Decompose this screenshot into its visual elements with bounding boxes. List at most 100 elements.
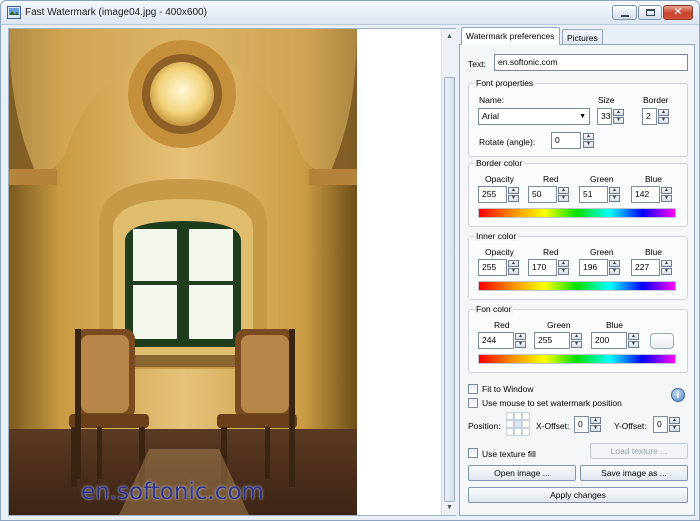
- load-texture-button[interactable]: Load texture ...: [590, 443, 688, 459]
- info-icon[interactable]: i: [671, 388, 685, 402]
- border-opacity-input[interactable]: 255: [478, 186, 507, 203]
- y-offset-label: Y-Offset:: [614, 421, 647, 431]
- fon-color-spectrum[interactable]: [478, 354, 676, 364]
- preview-photo: en.softonic.com: [9, 29, 357, 515]
- tab-content: Text: en.softonic.com Font properties Na…: [459, 44, 695, 516]
- title-bar: Fast Watermark (image04.jpg - 400x600) ✕: [1, 1, 699, 25]
- x-offset-label: X-Offset:: [536, 421, 570, 431]
- border-color-title: Border color: [474, 158, 525, 168]
- y-offset-input[interactable]: 0: [653, 416, 668, 433]
- spin-arrows-icon[interactable]: ▲ ▼: [515, 333, 526, 348]
- position-label: Position:: [468, 421, 501, 431]
- fon-color-group: Fon color Red Green Blue 244 ▲ ▼ 255 ▲ ▼ 200…: [468, 304, 688, 373]
- border-green-label: Green: [590, 174, 614, 184]
- spin-arrows-icon[interactable]: ▲ ▼: [613, 109, 624, 124]
- fon-color-title: Fon color: [474, 304, 514, 314]
- inner-green-label: Green: [590, 247, 614, 257]
- font-size-label: Size: [598, 95, 615, 105]
- font-name-select[interactable]: Arial ▼: [478, 108, 590, 125]
- app-icon: [7, 6, 21, 19]
- chevron-down-icon[interactable]: ▼: [579, 111, 586, 122]
- text-label: Text:: [468, 59, 486, 69]
- maximize-icon: [646, 9, 655, 16]
- use-mouse-label[interactable]: Use mouse to set watermark position: [482, 398, 622, 408]
- preferences-panel: Watermark preferences Pictures Text: en.…: [459, 27, 695, 516]
- position-grid-icon[interactable]: [506, 412, 530, 436]
- scrollbar-thumb[interactable]: [444, 77, 455, 502]
- spin-arrows-icon[interactable]: ▲ ▼: [558, 187, 569, 202]
- room-photo: [9, 29, 357, 515]
- border-red-label: Red: [543, 174, 559, 184]
- image-viewer[interactable]: en.softonic.com ▲ ▼: [8, 28, 456, 516]
- spin-arrows-icon[interactable]: ▲ ▼: [558, 260, 569, 275]
- fon-red-label: Red: [494, 320, 510, 330]
- inner-blue-input[interactable]: 227: [631, 259, 660, 276]
- inner-opacity-input[interactable]: 255: [478, 259, 507, 276]
- fon-blue-input[interactable]: 200: [591, 332, 627, 349]
- inner-green-input[interactable]: 196: [579, 259, 608, 276]
- x-offset-input[interactable]: 0: [574, 416, 589, 433]
- fon-green-label: Green: [547, 320, 571, 330]
- maximize-button[interactable]: [638, 5, 662, 20]
- scroll-up-icon[interactable]: ▲: [442, 29, 457, 44]
- border-red-input[interactable]: 50: [528, 186, 557, 203]
- spin-arrows-icon[interactable]: ▲ ▼: [628, 333, 639, 348]
- font-name-value: Arial: [482, 111, 500, 121]
- rotate-label: Rotate (angle):: [479, 137, 536, 147]
- inner-red-label: Red: [543, 247, 559, 257]
- fon-blue-label: Blue: [606, 320, 624, 330]
- border-color-spectrum[interactable]: [478, 208, 676, 218]
- use-texture-checkbox[interactable]: [468, 448, 478, 458]
- border-color-group: Border color Opacity Red Green Blue 255 ▲…: [468, 158, 688, 227]
- app-window: Fast Watermark (image04.jpg - 400x600) ✕: [0, 0, 700, 521]
- fit-to-window-label[interactable]: Fit to Window: [482, 384, 534, 394]
- spin-arrows-icon[interactable]: ▲ ▼: [609, 187, 620, 202]
- rotate-input[interactable]: 0: [551, 132, 581, 149]
- font-size-input[interactable]: 33: [597, 108, 612, 125]
- font-name-label: Name:: [479, 95, 505, 105]
- spin-arrows-icon[interactable]: ▲ ▼: [609, 260, 620, 275]
- apply-changes-button[interactable]: Apply changes: [468, 487, 688, 503]
- font-properties-group: Font properties Name: Size Border Arial …: [468, 78, 688, 157]
- spin-arrows-icon[interactable]: ▲ ▼: [508, 260, 519, 275]
- inner-red-input[interactable]: 170: [528, 259, 557, 276]
- spin-arrows-icon[interactable]: ▲ ▼: [508, 187, 519, 202]
- save-image-button[interactable]: Save image as ...: [580, 465, 688, 481]
- font-properties-title: Font properties: [474, 78, 536, 88]
- spin-arrows-icon[interactable]: ▲ ▼: [661, 260, 672, 275]
- window-title: Fast Watermark (image04.jpg - 400x600): [25, 7, 207, 18]
- spin-arrows-icon[interactable]: ▲ ▼: [661, 187, 672, 202]
- border-blue-input[interactable]: 142: [631, 186, 660, 203]
- inner-color-spectrum[interactable]: [478, 281, 676, 291]
- border-blue-label: Blue: [645, 174, 663, 184]
- scroll-down-icon[interactable]: ▼: [442, 500, 457, 515]
- tab-watermark-preferences[interactable]: Watermark preferences: [461, 27, 560, 45]
- fon-green-input[interactable]: 255: [534, 332, 570, 349]
- fon-color-swatch[interactable]: [650, 333, 674, 349]
- inner-color-group: Inner color Opacity Red Green Blue 255 ▲ ▼…: [468, 231, 688, 300]
- spin-arrows-icon[interactable]: ▲ ▼: [571, 333, 582, 348]
- font-border-input[interactable]: 2: [642, 108, 657, 125]
- border-opacity-label: Opacity: [485, 174, 514, 184]
- fon-red-input[interactable]: 244: [478, 332, 514, 349]
- spin-arrows-icon[interactable]: ▲ ▼: [669, 417, 680, 432]
- open-image-button[interactable]: Open image ...: [468, 465, 576, 481]
- inner-opacity-label: Opacity: [485, 247, 514, 257]
- fit-to-window-checkbox[interactable]: [468, 384, 478, 394]
- close-icon: ✕: [673, 6, 683, 18]
- inner-blue-label: Blue: [645, 247, 663, 257]
- spin-arrows-icon[interactable]: ▲ ▼: [583, 133, 594, 148]
- spin-arrows-icon[interactable]: ▲ ▼: [658, 109, 669, 124]
- minimize-button[interactable]: [612, 5, 637, 20]
- watermark-text-input[interactable]: en.softonic.com: [494, 54, 688, 71]
- close-button[interactable]: ✕: [663, 5, 693, 20]
- spin-arrows-icon[interactable]: ▲ ▼: [590, 417, 601, 432]
- font-border-label: Border: [643, 95, 669, 105]
- use-texture-label[interactable]: Use texture fill: [482, 449, 536, 459]
- inner-color-title: Inner color: [474, 231, 519, 241]
- use-mouse-checkbox[interactable]: [468, 398, 478, 408]
- border-green-input[interactable]: 51: [579, 186, 608, 203]
- vertical-scrollbar[interactable]: ▲ ▼: [441, 29, 456, 515]
- minimize-icon: [621, 15, 629, 17]
- watermark-preview-text[interactable]: en.softonic.com: [81, 479, 264, 505]
